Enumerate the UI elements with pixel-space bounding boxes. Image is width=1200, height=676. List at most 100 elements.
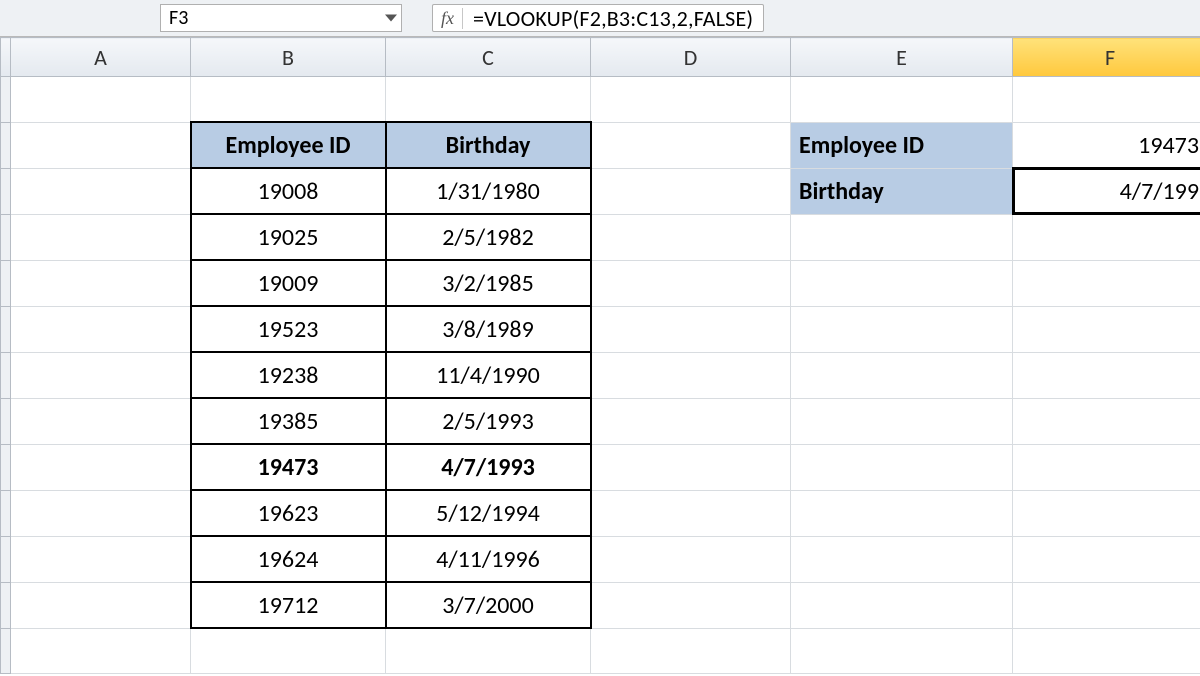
cell-id[interactable]: 19008: [191, 168, 386, 214]
col-header-D[interactable]: D: [591, 38, 791, 77]
cell[interactable]: [591, 168, 791, 214]
fx-icon[interactable]: fx: [433, 8, 463, 29]
cell[interactable]: [1013, 352, 1200, 398]
row-header[interactable]: [1, 490, 11, 536]
cell[interactable]: [1013, 582, 1200, 628]
cell[interactable]: [11, 77, 191, 123]
cell[interactable]: [11, 214, 191, 260]
cell[interactable]: [591, 398, 791, 444]
cell[interactable]: [191, 77, 386, 123]
row-header[interactable]: [1, 122, 11, 168]
cell-bday[interactable]: 4/11/1996: [386, 536, 591, 582]
cell[interactable]: [791, 77, 1013, 123]
cell-id[interactable]: 19712: [191, 582, 386, 628]
cell-bday[interactable]: 3/7/2000: [386, 582, 591, 628]
cell-bday[interactable]: 3/2/1985: [386, 260, 591, 306]
row-header[interactable]: [1, 352, 11, 398]
cell[interactable]: [1013, 77, 1200, 123]
row-header[interactable]: [1, 444, 11, 490]
cell[interactable]: [11, 582, 191, 628]
col-header-F[interactable]: F: [1013, 38, 1200, 77]
table-header-bday[interactable]: Birthday: [386, 122, 591, 168]
table-header-id[interactable]: Employee ID: [191, 122, 386, 168]
cell[interactable]: [591, 214, 791, 260]
cell[interactable]: [591, 628, 791, 674]
row-header[interactable]: [1, 398, 11, 444]
cell[interactable]: [791, 352, 1013, 398]
formula-bar[interactable]: fx =VLOOKUP(F2,B3:C13,2,FALSE): [432, 4, 764, 32]
cell[interactable]: [386, 628, 591, 674]
cell[interactable]: [791, 582, 1013, 628]
worksheet[interactable]: A B C D E F Employee ID Birthday Employe…: [0, 37, 1200, 676]
cell[interactable]: [591, 77, 791, 123]
cell[interactable]: [11, 398, 191, 444]
cell-bday[interactable]: 5/12/1994: [386, 490, 591, 536]
name-box-dropdown[interactable]: [385, 15, 397, 22]
cell[interactable]: [11, 490, 191, 536]
lookup-id-label[interactable]: Employee ID: [791, 122, 1013, 168]
formula-input[interactable]: =VLOOKUP(F2,B3:C13,2,FALSE): [463, 5, 763, 32]
cell-id[interactable]: 19623: [191, 490, 386, 536]
cell-id[interactable]: 19238: [191, 352, 386, 398]
cell[interactable]: [11, 122, 191, 168]
col-header-A[interactable]: A: [11, 38, 191, 77]
cell[interactable]: [11, 536, 191, 582]
lookup-bday-value[interactable]: 4/7/199: [1013, 168, 1200, 214]
cell[interactable]: [1013, 214, 1200, 260]
cell-id[interactable]: 19025: [191, 214, 386, 260]
cell[interactable]: [791, 398, 1013, 444]
cell[interactable]: [591, 490, 791, 536]
name-box[interactable]: F3: [160, 4, 402, 32]
lookup-id-value[interactable]: 19473: [1013, 122, 1200, 168]
cell[interactable]: [791, 214, 1013, 260]
cell[interactable]: [591, 352, 791, 398]
row-header[interactable]: [1, 168, 11, 214]
row-header[interactable]: [1, 306, 11, 352]
cell[interactable]: [791, 628, 1013, 674]
cell[interactable]: [591, 536, 791, 582]
row-header[interactable]: [1, 536, 11, 582]
cell[interactable]: [1013, 398, 1200, 444]
cell-bday[interactable]: 1/31/1980: [386, 168, 591, 214]
cell[interactable]: [191, 628, 386, 674]
col-header-B[interactable]: B: [191, 38, 386, 77]
cell[interactable]: [791, 260, 1013, 306]
cell-bday[interactable]: 11/4/1990: [386, 352, 591, 398]
cell[interactable]: [1013, 490, 1200, 536]
lookup-bday-label[interactable]: Birthday: [791, 168, 1013, 214]
cell[interactable]: [1013, 536, 1200, 582]
cell-id[interactable]: 19473: [191, 444, 386, 490]
cell-bday[interactable]: 2/5/1993: [386, 398, 591, 444]
cell[interactable]: [1013, 628, 1200, 674]
col-header-C[interactable]: C: [386, 38, 591, 77]
row-header[interactable]: [1, 260, 11, 306]
cell[interactable]: [591, 444, 791, 490]
cell[interactable]: [791, 536, 1013, 582]
cell[interactable]: [1013, 260, 1200, 306]
cell[interactable]: [1013, 444, 1200, 490]
cell-id[interactable]: 19385: [191, 398, 386, 444]
col-header-E[interactable]: E: [791, 38, 1013, 77]
cell[interactable]: [591, 306, 791, 352]
cell[interactable]: [11, 628, 191, 674]
cell[interactable]: [791, 444, 1013, 490]
cell-id[interactable]: 19624: [191, 536, 386, 582]
cell[interactable]: [11, 168, 191, 214]
row-header[interactable]: [1, 582, 11, 628]
cell-bday[interactable]: 2/5/1982: [386, 214, 591, 260]
row-header[interactable]: [1, 77, 11, 123]
cell[interactable]: [11, 444, 191, 490]
cell[interactable]: [791, 490, 1013, 536]
grid[interactable]: A B C D E F Employee ID Birthday Employe…: [0, 37, 1200, 674]
cell[interactable]: [591, 260, 791, 306]
cell[interactable]: [386, 77, 591, 123]
cell[interactable]: [591, 122, 791, 168]
cell[interactable]: [1013, 306, 1200, 352]
select-all-corner[interactable]: [1, 38, 11, 77]
row-header[interactable]: [1, 214, 11, 260]
cell-id[interactable]: 19523: [191, 306, 386, 352]
cell[interactable]: [11, 260, 191, 306]
cell[interactable]: [791, 306, 1013, 352]
cell-id[interactable]: 19009: [191, 260, 386, 306]
row-header[interactable]: [1, 628, 11, 674]
